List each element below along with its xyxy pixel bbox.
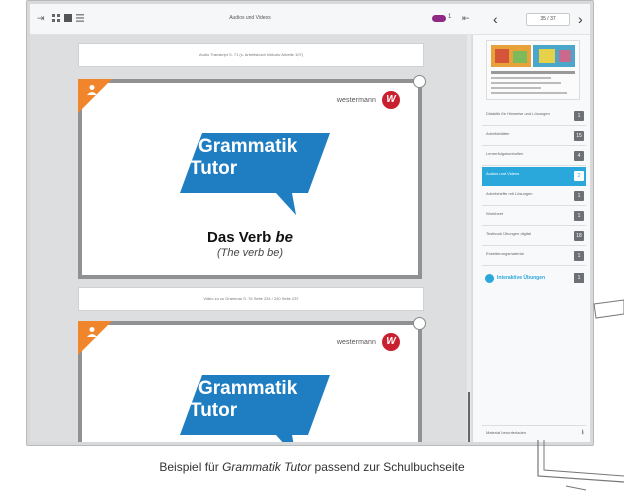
page-indicator[interactable]: 35 / 37 xyxy=(526,13,570,26)
sidebar-item-label: Audios und Videos xyxy=(486,171,520,176)
sidebar-item-erweiterungsmaterial[interactable]: Erweiterungsmaterial 1 xyxy=(482,247,586,266)
person-icon xyxy=(87,327,97,337)
westermann-logo: W xyxy=(382,333,400,351)
sidebar-item-label: Workheet xyxy=(486,211,504,216)
caption-prefix: Beispiel für xyxy=(159,460,223,474)
sidebar-item-label: Arbeitshefte mit Lösungen xyxy=(486,191,533,196)
verb-subtitle: (The verb be) xyxy=(216,247,284,259)
tutor-title-line2: Tutor xyxy=(190,158,238,179)
count-badge: 4 xyxy=(574,151,584,161)
person-icon xyxy=(87,85,97,95)
collapse-sidebar-icon[interactable]: ⇤ xyxy=(462,14,470,23)
sidebar-item-testbook[interactable]: Testbook Übungen digital 18 xyxy=(482,227,586,246)
zoom-icon[interactable] xyxy=(413,317,426,330)
app-screen: ⇥ Audios und Videos 1 ⇤ ‹ 35 / 37 › Audi… xyxy=(30,4,590,442)
notes-toggle[interactable] xyxy=(432,15,446,22)
transcript-strip[interactable]: Audio Transkript S. 71 (s. Arbeitsbuch I… xyxy=(78,43,424,67)
sidebar-item-arbeitshefte[interactable]: Arbeitshefte mit Lösungen 1 xyxy=(482,187,586,206)
sidebar-item-label: Lernerfolgskontrollen xyxy=(486,151,524,156)
count-badge: 18 xyxy=(574,231,584,241)
notes-count: 1 xyxy=(448,14,452,20)
count-badge: 1 xyxy=(574,251,584,261)
count-badge: 15 xyxy=(574,131,584,141)
sidebar-item-lernerfolgskontrollen[interactable]: Lernerfolgskontrollen 4 xyxy=(482,147,586,166)
count-badge: 2 xyxy=(574,171,584,181)
sidebar-item-label: Erweiterungsmaterial xyxy=(486,251,524,256)
sidebar-item-arbeitsblaetter[interactable]: Arbeitsblätter 15 xyxy=(482,127,586,146)
count-badge: 1 xyxy=(574,111,584,121)
video-slide[interactable]: westermann W Grammatik Tutor Das Verb be… xyxy=(78,75,426,279)
sidebar-item-label: Testbook Übungen digital xyxy=(486,231,531,236)
top-toolbar: ⇥ Audios und Videos 1 ⇤ ‹ 35 / 37 › xyxy=(30,4,590,35)
slide-canvas: westermann W Grammatik Tutor xyxy=(82,325,418,442)
tutor-title-line1: Grammatik xyxy=(198,136,298,157)
next-page-button[interactable]: › xyxy=(578,10,583,28)
tutor-title-line1: Grammatik xyxy=(198,378,298,399)
sidebar-item-audios-videos[interactable]: Audios und Videos 2 xyxy=(482,167,586,186)
video-slide[interactable]: westermann W Grammatik Tutor xyxy=(78,317,426,442)
westermann-logo: W xyxy=(382,91,400,109)
sidebar-item-didaktik[interactable]: Didaktik für Hinweise und Lösungen 1 xyxy=(482,107,586,126)
interactive-icon xyxy=(485,274,494,283)
sidebar-item-label: Arbeitsblätter xyxy=(486,131,510,136)
caption-suffix: passend zur Schulbuchseite xyxy=(311,460,465,474)
figure-caption: Beispiel für Grammatik Tutor passend zur… xyxy=(0,460,624,474)
tutor-title-line2: Tutor xyxy=(190,400,238,421)
count-badge: 1 xyxy=(574,211,584,221)
sidebar-item-workheet[interactable]: Workheet 1 xyxy=(482,207,586,226)
slide-canvas: westermann W Grammatik Tutor Das Verb be… xyxy=(82,83,418,275)
scrollbar-track[interactable] xyxy=(467,35,471,442)
prev-page-button[interactable]: ‹ xyxy=(493,10,498,28)
video-reference-strip[interactable]: Video zu zu Grammar S. 76 Seite 234 / 24… xyxy=(78,287,424,311)
device-frame: ⇥ Audios und Videos 1 ⇤ ‹ 35 / 37 › Audi… xyxy=(26,0,594,446)
brand-name: westermann xyxy=(336,339,376,346)
zoom-icon[interactable] xyxy=(413,75,426,88)
download-label: Material herunterladen xyxy=(486,430,527,435)
sidebar-item-label: Didaktik für Hinweise und Lösungen xyxy=(486,111,550,116)
content-area: Audio Transkript S. 71 (s. Arbeitsbuch I… xyxy=(30,35,472,442)
count-badge: 1 xyxy=(574,191,584,201)
page-thumbnail[interactable] xyxy=(486,40,580,100)
scrollbar-thumb[interactable] xyxy=(468,392,470,442)
verb-title: Das Verb be xyxy=(207,229,293,246)
page-title: Audios und Videos xyxy=(229,15,271,21)
brand-name: westermann xyxy=(336,97,376,104)
caption-italic: Grammatik Tutor xyxy=(222,460,312,474)
